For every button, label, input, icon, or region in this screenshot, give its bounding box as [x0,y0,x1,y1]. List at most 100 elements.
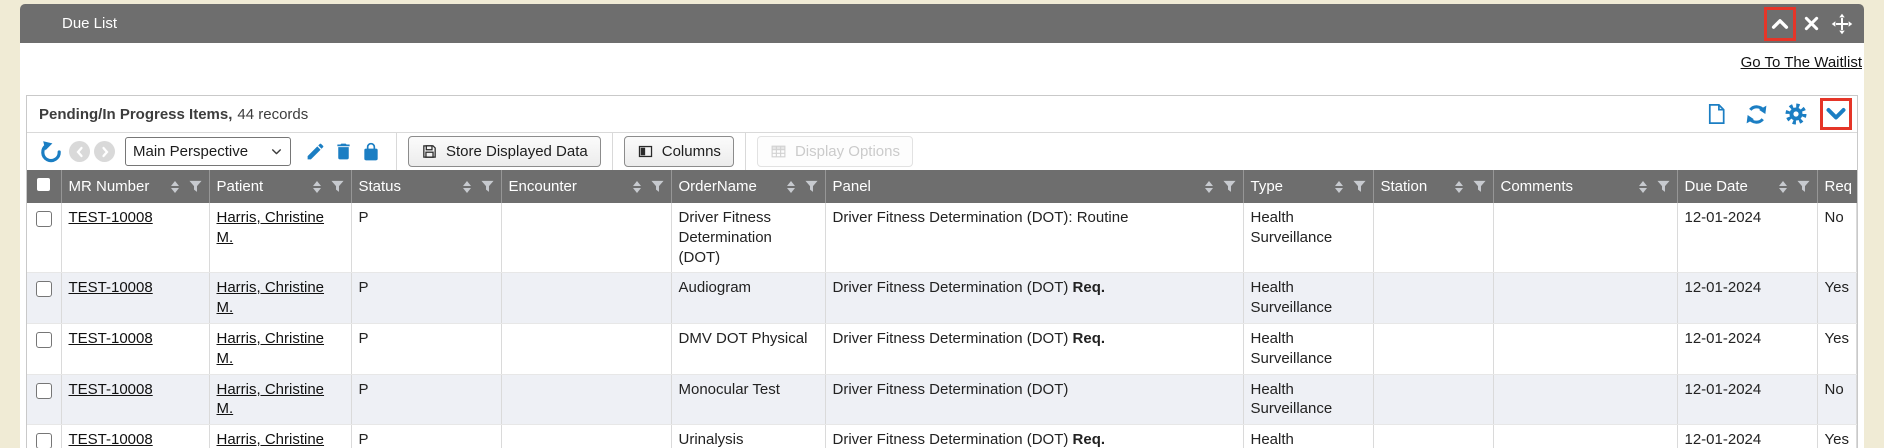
col-header-mr-number[interactable]: MR Number [61,170,209,203]
row-checkbox[interactable] [36,211,52,227]
mr-number-link[interactable]: TEST-10008 [69,381,153,398]
columns-button[interactable]: Columns [624,136,734,167]
patient-link[interactable]: Harris, Christine M. [217,431,325,448]
cell-type: Health Surveillance [1243,374,1373,425]
sort-icon[interactable] [1639,181,1647,193]
cell-due-date: 12-01-2024 [1677,273,1817,324]
cell-select [27,425,61,448]
perspective-select[interactable]: Main Perspective [125,137,291,166]
display-options-label: Display Options [795,143,900,160]
filter-icon[interactable] [1223,180,1236,193]
col-header-panel[interactable]: Panel [825,170,1243,203]
prev-perspective-button[interactable] [69,141,90,162]
mr-number-link[interactable]: TEST-10008 [69,330,153,347]
table-row: TEST-10008 Harris, Christine M. P Monocu… [27,374,1857,425]
store-displayed-data-button[interactable]: Store Displayed Data [408,136,601,167]
row-checkbox[interactable] [36,433,52,448]
col-header-status[interactable]: Status [351,170,501,203]
sort-icon[interactable] [463,181,471,193]
col-header-ordername[interactable]: OrderName [671,170,825,203]
new-document-button[interactable] [1703,101,1729,127]
cell-panel: Driver Fitness Determination (DOT) Req. [825,425,1243,448]
edit-perspective-button[interactable] [301,138,329,166]
row-checkbox[interactable] [36,281,52,297]
perspective-value: Main Perspective [133,143,270,160]
patient-link[interactable]: Harris, Christine M. [217,209,325,246]
lock-perspective-button[interactable] [357,138,385,166]
sort-icon[interactable] [1335,181,1343,193]
page: Due List Go To The Waitlist [0,0,1884,448]
row-checkbox[interactable] [36,383,52,399]
filter-icon[interactable] [805,180,818,193]
col-header-type[interactable]: Type [1243,170,1373,203]
select-all-checkbox[interactable] [37,178,50,191]
move-button[interactable] [1829,10,1855,38]
col-header-encounter[interactable]: Encounter [501,170,671,203]
refresh-button[interactable] [1743,101,1769,127]
cell-mr: TEST-10008 [61,425,209,448]
sort-icon[interactable] [313,181,321,193]
collapse-button[interactable] [1767,10,1793,38]
cell-due-date: 12-01-2024 [1677,323,1817,374]
due-list-table: MR Number Patient Status Encounter Order… [27,170,1857,448]
record-count: 44 records [237,106,308,123]
filter-icon[interactable] [1657,180,1670,193]
settings-button[interactable] [1783,101,1809,127]
filter-icon[interactable] [331,180,344,193]
cell-mr: TEST-10008 [61,203,209,273]
next-perspective-button[interactable] [94,141,115,162]
cell-mr: TEST-10008 [61,323,209,374]
sort-icon[interactable] [633,181,641,193]
sort-icon[interactable] [1205,181,1213,193]
filter-icon[interactable] [1353,180,1366,193]
patient-link[interactable]: Harris, Christine M. [217,381,325,418]
close-button[interactable] [1798,10,1824,38]
cell-comments [1493,425,1677,448]
mr-number-link[interactable]: TEST-10008 [69,279,153,296]
cell-station [1373,203,1493,273]
sort-icon[interactable] [787,181,795,193]
col-header-station[interactable]: Station [1373,170,1493,203]
patient-link[interactable]: Harris, Christine M. [217,330,325,367]
cell-comments [1493,203,1677,273]
table-row: TEST-10008 Harris, Christine M. P Driver… [27,203,1857,273]
delete-perspective-button[interactable] [329,138,357,166]
lock-icon [361,142,381,162]
expand-section-button[interactable] [1823,101,1849,127]
sort-icon[interactable] [1779,181,1787,193]
cell-comments [1493,374,1677,425]
col-label: Patient [217,178,264,195]
col-header-req[interactable]: Req [1817,170,1857,203]
cell-req: Yes [1817,425,1857,448]
cell-req: No [1817,203,1857,273]
waitlist-link[interactable]: Go To The Waitlist [1741,54,1862,71]
cell-patient: Harris, Christine M. [209,425,351,448]
gear-icon [1784,102,1808,126]
col-header-comments[interactable]: Comments [1493,170,1677,203]
patient-link[interactable]: Harris, Christine M. [217,279,325,316]
cell-station [1373,323,1493,374]
filter-icon[interactable] [651,180,664,193]
sort-icon[interactable] [171,181,179,193]
cell-select [27,273,61,324]
cell-select [27,374,61,425]
filter-icon[interactable] [481,180,494,193]
sort-icon[interactable] [1455,181,1463,193]
table-header-row: MR Number Patient Status Encounter Order… [27,170,1857,203]
filter-icon[interactable] [189,180,202,193]
filter-icon[interactable] [1797,180,1810,193]
row-checkbox[interactable] [36,332,52,348]
table-row: TEST-10008 Harris, Christine M. P Audiog… [27,273,1857,324]
filter-icon[interactable] [1473,180,1486,193]
undo-button[interactable] [37,138,65,166]
col-header-patient[interactable]: Patient [209,170,351,203]
col-header-due-date[interactable]: Due Date [1677,170,1817,203]
panel-req-flag: Req. [1073,330,1106,347]
cell-due-date: 12-01-2024 [1677,425,1817,448]
mr-number-link[interactable]: TEST-10008 [69,209,153,226]
waitlist-row: Go To The Waitlist [20,43,1864,81]
toolbar: Main Perspective [27,132,1857,170]
window-title: Due List [62,15,117,32]
cell-encounter [501,273,671,324]
mr-number-link[interactable]: TEST-10008 [69,431,153,448]
